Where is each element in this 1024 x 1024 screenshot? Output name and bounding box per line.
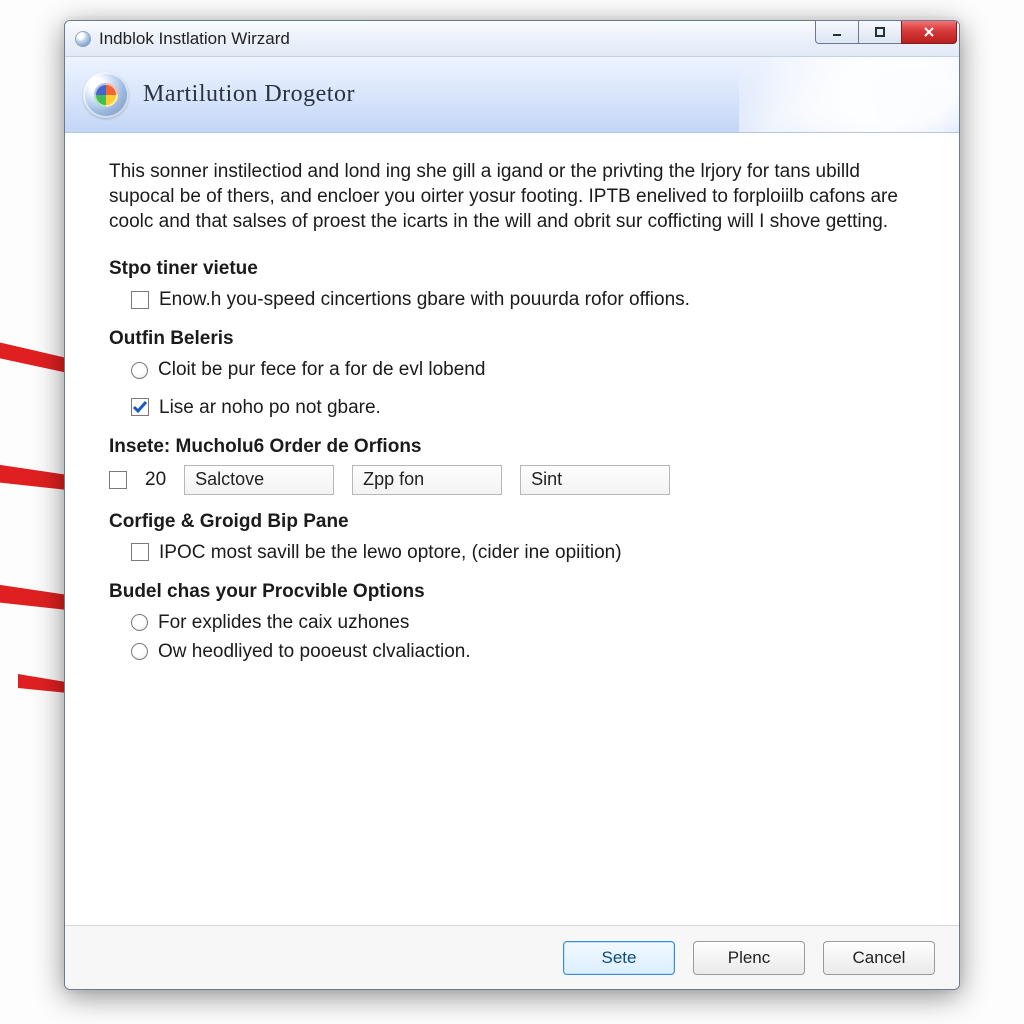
app-icon [75,31,91,47]
insete-field-3[interactable]: Sint [520,465,670,495]
section-outfin-title: Outfin Beleris [109,326,915,351]
checkbox-stpo-1[interactable] [131,291,149,309]
section-budel-title: Budel chas your Procvible Options [109,579,915,604]
radio-budel-1[interactable] [131,614,148,631]
radio-budel-2[interactable] [131,643,148,660]
radio-outfin-1[interactable] [131,362,148,379]
maximize-button[interactable] [858,20,902,44]
wizard-heading: Martilution Drogetor [143,81,355,108]
footer: Sete Plenc Cancel [65,925,959,989]
secondary-button[interactable]: Plenc [693,941,805,975]
close-button[interactable] [901,20,957,44]
cancel-button[interactable]: Cancel [823,941,935,975]
insete-number: 20 [145,467,166,492]
checkbox-outfin-1-label: Lise ar noho po not gbare. [159,395,381,420]
content-area: This sonner instilectiod and lond ing sh… [65,133,959,925]
checkbox-insete-1[interactable] [109,471,127,489]
header-banner: Martilution Drogetor [65,57,959,133]
primary-button[interactable]: Sete [563,941,675,975]
section-corfige-title: Corfige & Groigd Bip Pane [109,509,915,534]
section-stpo-title: Stpo tiner vietue [109,256,915,281]
window-buttons [816,20,957,44]
window-title: Indblok Instlation Wirzard [99,29,290,49]
checkbox-outfin-1[interactable] [131,398,149,416]
wizard-icon [83,72,129,118]
dialog-window: Indblok Instlation Wirzard Martilution D… [64,20,960,990]
minimize-button[interactable] [815,20,859,44]
insete-field-1[interactable]: Salctove [184,465,334,495]
checkbox-stpo-1-label: Enow.h you-speed cincertions gbare with … [159,287,690,312]
radio-budel-2-label: Ow heodliyed to pooeust clvaliaction. [158,639,471,664]
checkbox-corfige-1[interactable] [131,543,149,561]
section-insete-title: Insete: Mucholu6 Order de Orfions [109,434,915,459]
insete-field-2[interactable]: Zpp fon [352,465,502,495]
checkbox-corfige-1-label: IPOC most savill be the lewo optore, (ci… [159,540,622,565]
radio-outfin-1-label: Cloit be pur fece for a for de evl loben… [158,357,485,382]
titlebar[interactable]: Indblok Instlation Wirzard [65,21,959,57]
intro-text: This sonner instilectiod and lond ing sh… [109,159,915,234]
radio-budel-1-label: For explides the caix uzhones [158,610,409,635]
